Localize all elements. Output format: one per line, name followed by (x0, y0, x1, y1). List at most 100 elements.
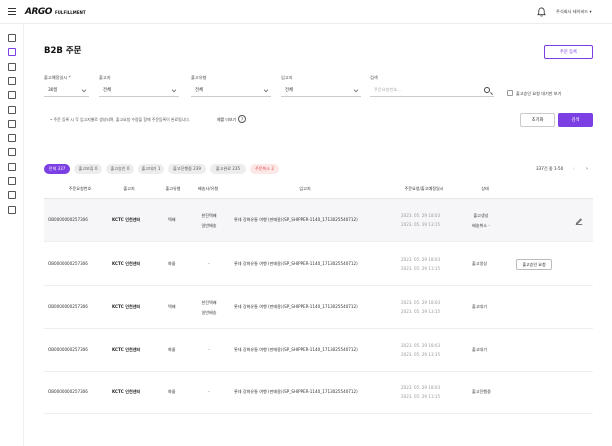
status-tab[interactable]: 주문취소 2 (250, 164, 279, 174)
inbox-icon[interactable] (8, 148, 16, 157)
search-icon[interactable] (484, 87, 490, 93)
logo-subtext: FULFILLMENT (54, 10, 86, 15)
document-icon[interactable] (8, 105, 16, 114)
orders-icon[interactable] (8, 48, 16, 57)
destination: 롯데 강화유통 여행 (판매용)(SP_SHIPPER-1140_1713025… (234, 217, 358, 222)
order-number[interactable]: OB0000000257306 (48, 217, 88, 222)
status-tab[interactable]: 출고보류 0 (74, 164, 102, 174)
date-line: 2023. 05. 29 18:03 (401, 343, 441, 348)
column-header[interactable]: 출고유형 (158, 186, 188, 192)
status-label: 출고진행중 (472, 389, 491, 394)
settings-icon[interactable] (8, 177, 16, 185)
column-header[interactable]: 배송사/유형 (190, 186, 226, 192)
type-filter-select[interactable]: 전체 (191, 84, 271, 97)
chevron-down-icon (263, 87, 269, 93)
book-icon[interactable] (8, 205, 16, 214)
menu-icon[interactable] (8, 8, 16, 15)
carrier-line: - (208, 347, 210, 352)
column-header[interactable]: 출고지 (112, 186, 146, 192)
shipping-type: 화물 (168, 261, 176, 266)
column-header[interactable]: 주문요청/출고예정일시 (394, 186, 454, 192)
order-dates: 2023. 05. 29 18:03 2023. 05. 29 13:15 (401, 213, 440, 227)
reset-button[interactable]: 초기화 (520, 113, 555, 127)
box-icon[interactable] (8, 91, 16, 100)
date-line: 2023. 05. 29 18:03 (401, 385, 441, 390)
destination: 롯데 강화유통 여행 (판매용)(SP_SHIPPER-1140_1713025… (234, 261, 358, 266)
next-page-icon[interactable]: › (586, 166, 588, 172)
shipping-type: 택배 (168, 217, 176, 222)
column-header[interactable]: 주문요청번호 (50, 186, 110, 192)
pending-approval-label: 출고승인 요청 대기만 보기 (516, 91, 562, 96)
help-link[interactable]: 예를 더보기 (217, 117, 236, 123)
megaphone-icon[interactable] (8, 191, 16, 200)
status-label: 출고대기 (472, 347, 488, 352)
order-number[interactable]: OB0000000257306 (48, 304, 88, 309)
destination: 롯데 강화유통 여행 (판매용)(SP_SHIPPER-1140_1713025… (234, 304, 358, 309)
search-button[interactable]: 검색 (558, 113, 593, 127)
status-cell: 출고대기 (472, 347, 487, 353)
status-cell: 출고생성 배송취소 - (472, 213, 490, 229)
register-order-button[interactable]: 주문 등록 (544, 45, 593, 59)
help-icon[interactable]: ? (238, 115, 246, 123)
date-line: 2023. 05. 29 18:03 (401, 213, 441, 218)
order-dates: 2023. 05. 29 18:03 2023. 05. 29 13:15 (401, 385, 440, 399)
search-input[interactable]: 주문요청번호... (370, 84, 494, 97)
shipping-type: 화물 (168, 389, 176, 394)
order-number[interactable]: OB0000000257306 (48, 261, 88, 266)
order-number[interactable]: OB0000000257306 (48, 347, 88, 352)
bell-icon[interactable] (537, 7, 546, 17)
truck-icon[interactable] (8, 134, 16, 143)
edit-icon[interactable] (575, 217, 583, 225)
pending-approval-checkbox[interactable] (507, 90, 513, 96)
logo[interactable]: ARGO FULFILLMENT (25, 7, 86, 17)
account-menu[interactable]: 주식회사 테이비드 ▾ (556, 9, 592, 15)
approval-request-button[interactable]: 출고승인 요청 (516, 259, 552, 270)
status-tab[interactable]: 출고승인 0 (106, 164, 134, 174)
shipper-filter-select[interactable]: 전체 (99, 84, 179, 97)
carrier-info: 한진택배 일반배송 (196, 300, 222, 316)
column-header[interactable]: 입고지 (280, 186, 330, 192)
carrier-info: 한진택배일반배송 (196, 213, 222, 229)
sidebar (0, 24, 24, 446)
order-dates: 2023. 05. 29 18:03 2023. 05. 29 13:15 (401, 257, 440, 271)
column-header[interactable]: 상태 (470, 186, 500, 192)
order-number[interactable]: OB0000000257306 (48, 389, 88, 394)
chart-icon[interactable] (8, 162, 16, 171)
date-filter-select[interactable]: 30일 (44, 84, 89, 97)
logo-text: ARGO (25, 7, 52, 17)
date-filter-label: 출고예정일시 * (44, 75, 71, 80)
status-label: 출고생성 (473, 213, 489, 218)
list-icon[interactable] (8, 119, 16, 128)
carrier-info: - (196, 261, 222, 266)
destination: 롯데 강화유통 여행 (판매용)(SP_SHIPPER-1140_1713025… (234, 347, 358, 352)
status-tab[interactable]: 출고진행중 239 (168, 164, 206, 174)
status-cell: 출고생성 (472, 261, 487, 267)
carrier-line: 일반배송 (201, 223, 217, 228)
carrier-line: 일반배송 (201, 310, 217, 315)
order-dates: 2023. 05. 29 18:03 2023. 05. 29 13:15 (401, 343, 440, 357)
status-label: 출고대기 (472, 304, 488, 309)
type-filter-value: 전체 (195, 88, 203, 93)
home-icon[interactable] (8, 34, 16, 42)
carrier-info: - (196, 347, 222, 352)
user-icon[interactable] (8, 62, 16, 71)
status-tab[interactable]: 출고완료 235 (210, 164, 246, 174)
notice-text: • 주문 등록 시 각 입고지별로 생성되며, 출고요청 수량을 함께 주문등록… (50, 117, 191, 122)
dest-filter-select[interactable]: 전체 (281, 84, 361, 97)
type-filter-label: 출고유형 (191, 75, 207, 80)
carrier-line: - (208, 389, 210, 394)
card-icon[interactable] (8, 76, 16, 85)
carrier-line: 한진택배 (201, 213, 217, 218)
date-line: 2023. 05. 29 13:15 (401, 309, 441, 314)
top-bar: ARGO FULFILLMENT 주식회사 테이비드 ▾ (0, 0, 612, 24)
prev-page-icon[interactable]: ‹ (573, 166, 575, 172)
status-tab[interactable]: 전체 337 (44, 164, 70, 174)
notice-message: 주문 등록 시 각 입고지별로 생성되며, 출고요청 수량을 함께 주문등록이 … (53, 117, 191, 122)
dest-filter-value: 전체 (285, 88, 293, 93)
status-cell: 출고진행중 (472, 389, 491, 395)
shipper-name: KCTC 인천센터 (112, 389, 141, 394)
shipper-filter-value: 전체 (103, 88, 111, 93)
date-line: 2023. 05. 29 13:15 (401, 266, 441, 271)
status-tab[interactable]: 출고대기 1 (138, 164, 164, 174)
shipper-filter-label: 출고지 (99, 75, 111, 80)
